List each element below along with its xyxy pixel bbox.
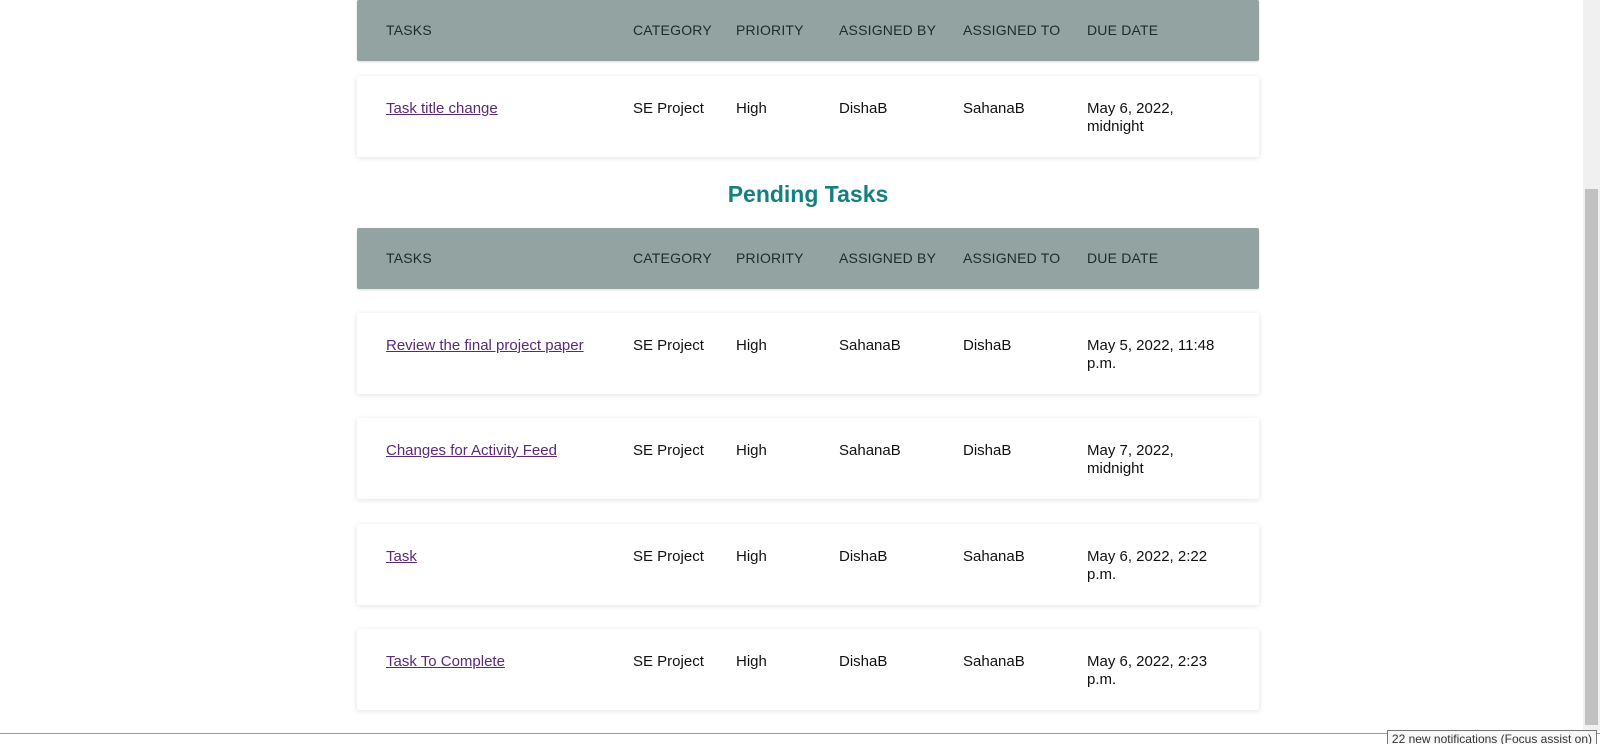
task-assigned-to: DishaB: [963, 442, 1012, 459]
task-assigned-by: DishaB: [839, 548, 888, 565]
task-assigned-by: SahanaB: [839, 337, 901, 354]
task-category: SE Project: [633, 653, 704, 670]
task-row: Review the final project paper SE Projec…: [357, 313, 1259, 394]
task-due-date: May 6, 2022, 2:23 p.m.: [1087, 653, 1208, 688]
task-link[interactable]: Review the final project paper: [386, 337, 584, 355]
task-due-date: May 7, 2022, midnight: [1087, 442, 1174, 477]
task-due-date: May 5, 2022, 11:48 p.m.: [1087, 337, 1215, 372]
notification-tooltip: 22 new notifications (Focus assist on): [1386, 730, 1597, 744]
header-assigned-to: ASSIGNED TO: [963, 250, 1061, 266]
header-assigned-by: ASSIGNED BY: [839, 250, 937, 266]
pending-tasks-title: Pending Tasks: [727, 181, 889, 207]
header-tasks: TASKS: [386, 250, 432, 266]
task-category: SE Project: [633, 442, 704, 459]
task-assigned-to: DishaB: [963, 337, 1012, 354]
header-assigned-to: ASSIGNED TO: [963, 22, 1061, 38]
task-priority: High: [736, 653, 767, 670]
task-row: Changes for Activity Feed SE Project Hig…: [357, 418, 1259, 499]
header-assigned-by: ASSIGNED BY: [839, 22, 937, 38]
pending-table-header: TASKS CATEGORY PRIORITY ASSIGNED BY ASSI…: [357, 228, 1259, 289]
task-category: SE Project: [633, 337, 704, 354]
page-viewport: TASKS CATEGORY PRIORITY ASSIGNED BY ASSI…: [0, 0, 1600, 744]
task-assigned-by: DishaB: [839, 100, 888, 117]
header-tasks: TASKS: [386, 22, 432, 38]
bottom-divider: [0, 733, 1600, 734]
task-link[interactable]: Task title change: [386, 100, 498, 118]
task-due-date: May 6, 2022, 2:22 p.m.: [1087, 548, 1208, 583]
scrollbar-thumb[interactable]: [1585, 189, 1598, 725]
header-category: CATEGORY: [633, 250, 712, 266]
task-assigned-to: SahanaB: [963, 100, 1025, 117]
task-category: SE Project: [633, 100, 704, 117]
task-category: SE Project: [633, 548, 704, 565]
header-due-date: DUE DATE: [1087, 250, 1159, 266]
task-assigned-by: SahanaB: [839, 442, 901, 459]
task-row: Task title change SE Project High DishaB…: [357, 76, 1259, 157]
task-priority: High: [736, 442, 767, 459]
task-due-date: May 6, 2022, midnight: [1087, 100, 1174, 135]
header-priority: PRIORITY: [736, 250, 804, 266]
task-link[interactable]: Changes for Activity Feed: [386, 442, 557, 460]
task-assigned-to: SahanaB: [963, 653, 1025, 670]
task-link[interactable]: Task To Complete: [386, 653, 505, 671]
header-priority: PRIORITY: [736, 22, 804, 38]
top-table-header: TASKS CATEGORY PRIORITY ASSIGNED BY ASSI…: [357, 0, 1259, 61]
task-assigned-to: SahanaB: [963, 548, 1025, 565]
task-link[interactable]: Task: [386, 548, 417, 566]
task-priority: High: [736, 548, 767, 565]
task-row: Task SE Project High DishaB SahanaB May …: [357, 524, 1259, 605]
header-category: CATEGORY: [633, 22, 712, 38]
task-priority: High: [736, 100, 767, 117]
vertical-scrollbar[interactable]: [1583, 0, 1600, 731]
task-row: Task To Complete SE Project High DishaB …: [357, 629, 1259, 710]
task-priority: High: [736, 337, 767, 354]
task-assigned-by: DishaB: [839, 653, 888, 670]
header-due-date: DUE DATE: [1087, 22, 1159, 38]
